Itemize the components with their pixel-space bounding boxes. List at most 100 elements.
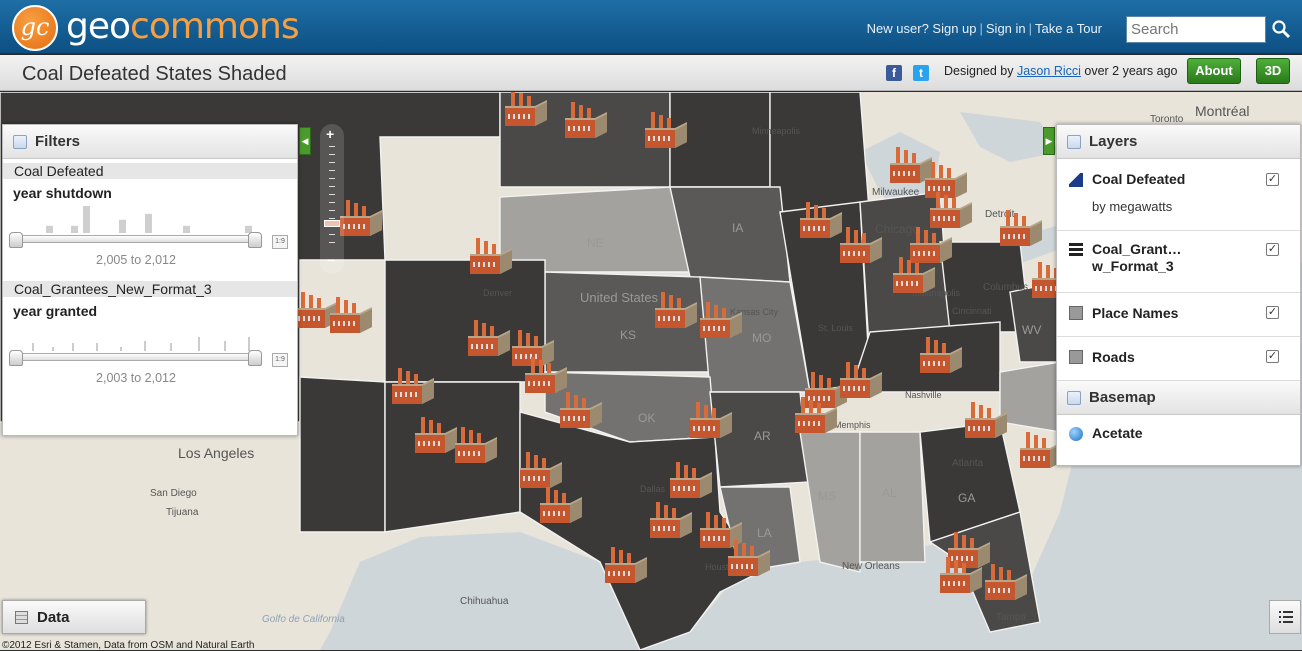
filter-field: year shutdown bbox=[13, 185, 112, 201]
filters-header[interactable]: Filters bbox=[3, 125, 297, 159]
tile-layer-icon bbox=[1069, 306, 1083, 320]
label-minneapolis: Minneapolis bbox=[752, 126, 801, 136]
author-link[interactable]: Jason Ricci bbox=[1017, 64, 1081, 78]
geocommons-logo-text[interactable]: geocommons bbox=[66, 6, 300, 47]
logo-text-commons: commons bbox=[130, 6, 300, 47]
layer-item-roads[interactable]: Roads ✓ bbox=[1057, 337, 1300, 381]
search-input[interactable] bbox=[1126, 16, 1266, 43]
histogram-bar bbox=[83, 206, 90, 233]
label-montreal: Montréal bbox=[1195, 103, 1249, 119]
filter-slider-1[interactable]: 1:9 2,003 to 2,012 bbox=[3, 319, 297, 385]
layer-checkbox[interactable]: ✓ bbox=[1266, 173, 1279, 186]
slider-toggle-button[interactable]: 1:9 bbox=[272, 353, 288, 367]
geocommons-logo-icon[interactable]: gc bbox=[12, 5, 58, 51]
filter-range-text: 2,003 to 2,012 bbox=[96, 371, 176, 385]
label-memphis: Memphis bbox=[834, 420, 871, 430]
slider-track[interactable] bbox=[13, 235, 259, 243]
label-columbus: Columbus bbox=[983, 282, 1028, 293]
facebook-icon[interactable]: f bbox=[886, 65, 902, 81]
top-header: gc geocommons New user? Sign up | Sign in |… bbox=[0, 0, 1302, 54]
layer-item-place-names[interactable]: Place Names ✓ bbox=[1057, 293, 1300, 337]
zoom-out-icon[interactable]: − bbox=[327, 252, 335, 268]
tile-layer-icon bbox=[1069, 350, 1083, 364]
filter-field: year granted bbox=[13, 303, 98, 319]
basemap-item-acetate[interactable]: Acetate bbox=[1057, 415, 1300, 455]
label-chicago: Chicago bbox=[875, 222, 919, 236]
zoom-track[interactable] bbox=[329, 146, 335, 250]
search-button[interactable] bbox=[1268, 16, 1294, 43]
signin-link[interactable]: Sign in bbox=[986, 21, 1026, 36]
filter-range-text: 2,005 to 2,012 bbox=[96, 253, 176, 267]
designed-by: Designed by Jason Ricci over 2 years ago bbox=[944, 64, 1178, 78]
slider-handle-min[interactable] bbox=[9, 350, 23, 366]
data-button[interactable]: Data bbox=[2, 600, 146, 634]
search-icon bbox=[1272, 20, 1291, 39]
user-links: New user? Sign up | Sign in | Take a Tour bbox=[866, 21, 1102, 36]
legend-button[interactable] bbox=[1269, 600, 1301, 634]
zoom-handle[interactable] bbox=[324, 220, 340, 227]
svg-text:OK: OK bbox=[638, 411, 655, 425]
layer-name: Roads bbox=[1092, 349, 1135, 365]
basemap-header[interactable]: Basemap bbox=[1057, 381, 1300, 415]
filter-histogram bbox=[46, 206, 252, 233]
label-st-louis: St. Louis bbox=[818, 323, 854, 333]
zoom-slider[interactable]: + − bbox=[320, 124, 344, 274]
layers-header[interactable]: Layers bbox=[1057, 125, 1300, 159]
layers-panel: Layers Coal Defeated by megawatts ✓ Coal… bbox=[1056, 124, 1301, 466]
label-san-diego: San Diego bbox=[150, 488, 197, 499]
slider-handle-min[interactable] bbox=[9, 232, 23, 248]
filters-panel-icon bbox=[13, 135, 27, 149]
label-new-orleans: New Orleans bbox=[842, 561, 900, 572]
globe-icon bbox=[1069, 427, 1083, 441]
designed-prefix: Designed by bbox=[944, 64, 1014, 78]
filter-ticks bbox=[32, 337, 250, 351]
label-tijuana: Tijuana bbox=[166, 507, 199, 518]
svg-text:MS: MS bbox=[818, 489, 836, 503]
table-icon bbox=[15, 611, 28, 624]
slider-toggle-button[interactable]: 1:9 bbox=[272, 235, 288, 249]
svg-text:KS: KS bbox=[620, 328, 636, 342]
histogram-bar bbox=[119, 219, 126, 233]
twitter-icon[interactable]: t bbox=[913, 65, 929, 81]
histogram-bar bbox=[46, 225, 53, 233]
slider-handle-max[interactable] bbox=[248, 232, 262, 248]
filter-slider-0[interactable]: 1:9 2,005 to 2,012 bbox=[3, 201, 297, 267]
collapse-layers-tab[interactable]: ▶ bbox=[1043, 127, 1055, 155]
svg-text:LA: LA bbox=[757, 526, 772, 540]
label-dallas: Dallas bbox=[640, 484, 666, 494]
layer-checkbox[interactable]: ✓ bbox=[1266, 306, 1279, 319]
slider-track[interactable] bbox=[13, 353, 259, 361]
layer-item-coal-defeated[interactable]: Coal Defeated by megawatts ✓ bbox=[1057, 159, 1300, 231]
svg-text:MO: MO bbox=[752, 331, 771, 345]
point-layer-icon bbox=[1069, 173, 1083, 187]
list-icon bbox=[1279, 611, 1293, 623]
about-button[interactable]: About bbox=[1187, 58, 1241, 84]
collapse-filters-tab[interactable]: ◀ bbox=[299, 127, 311, 155]
label-chihuahua: Chihuahua bbox=[460, 596, 509, 607]
layer-item-coal-grantees[interactable]: Coal_Grant… w_Format_3 ✓ bbox=[1057, 231, 1300, 293]
map-title-bar: Coal Defeated States Shaded f t Designed… bbox=[0, 55, 1302, 91]
layer-sublabel: by megawatts bbox=[1092, 199, 1173, 214]
filters-panel: Filters Coal Defeated year shutdown 1:9 … bbox=[2, 124, 298, 436]
svg-text:AL: AL bbox=[882, 486, 897, 500]
slider-handle-max[interactable] bbox=[248, 350, 262, 366]
label-golfo: Golfo de California bbox=[262, 614, 345, 625]
layer-name: Coal Defeated bbox=[1092, 171, 1186, 187]
signup-link[interactable]: New user? Sign up bbox=[867, 21, 977, 36]
zoom-in-icon[interactable]: + bbox=[326, 126, 334, 142]
take-tour-link[interactable]: Take a Tour bbox=[1035, 21, 1102, 36]
layers-panel-icon bbox=[1067, 135, 1081, 149]
label-los-angeles: Los Angeles bbox=[178, 445, 254, 461]
layers-heading: Layers bbox=[1089, 133, 1138, 150]
histogram-bar bbox=[71, 225, 78, 233]
layer-name: Coal_Grant… w_Format_3 bbox=[1092, 241, 1182, 274]
layer-checkbox[interactable]: ✓ bbox=[1266, 243, 1279, 256]
data-button-label: Data bbox=[37, 609, 70, 626]
label-united-states: United States bbox=[580, 290, 659, 305]
layer-checkbox[interactable]: ✓ bbox=[1266, 350, 1279, 363]
label-denver: Denver bbox=[483, 288, 512, 298]
svg-text:IA: IA bbox=[732, 221, 743, 235]
3d-button[interactable]: 3D bbox=[1256, 58, 1290, 84]
svg-text:NE: NE bbox=[587, 236, 604, 250]
svg-text:GA: GA bbox=[958, 491, 975, 505]
